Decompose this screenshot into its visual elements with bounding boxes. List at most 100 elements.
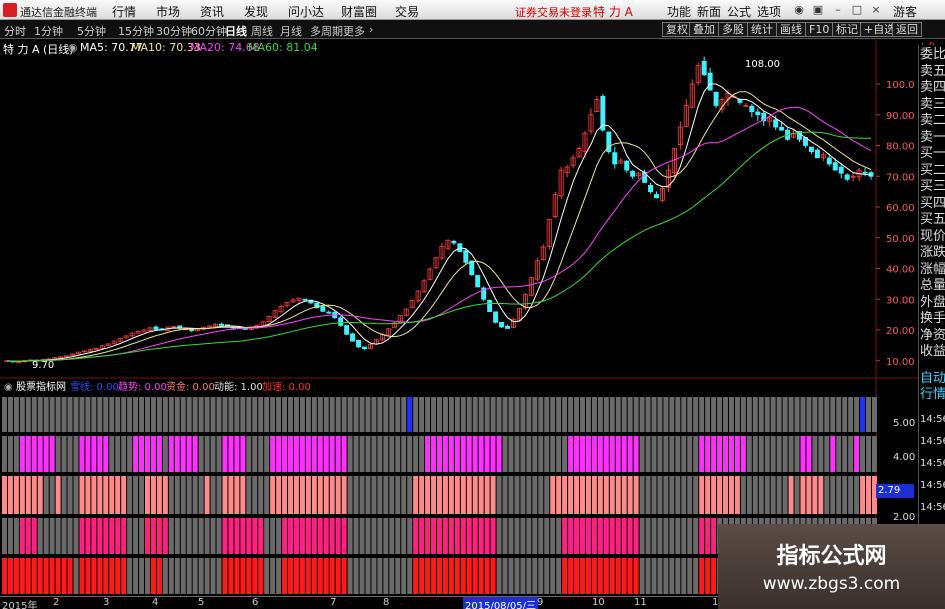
indicator-bar [180,518,186,554]
indicator-bar [407,397,413,432]
period-15min[interactable]: 15分钟 [118,23,154,39]
menu-functions[interactable]: 功能 [667,3,691,20]
menu-options[interactable]: 选项 [757,3,781,20]
indicator-bar [544,476,550,514]
price-tick-label: 50.00 [886,234,915,245]
btn-adjust[interactable]: 复权 [662,22,692,37]
indicator-bar [276,476,282,514]
minimize-icon[interactable]: – [832,4,844,16]
btn-draw[interactable]: 画线 [776,22,806,37]
menu-ask-xiaoda[interactable]: 问小达 [288,3,324,20]
indicator-axis-label: 2.00 [893,512,915,523]
indicator-bar [663,476,669,514]
indicator-bar [198,436,204,472]
indicator-bar [174,558,180,594]
indicator-bar [168,476,174,514]
tick-time: 14:56 [920,410,945,430]
kline-chart[interactable]: 5.00 4.00 2.00 100.0 90.00 80.00 70.00 60.00 50… [0,40,918,596]
indicator-bar [597,397,603,432]
indicator-bar [466,518,472,554]
indicator-bar [437,397,442,432]
indicator-bar [61,436,67,472]
period-timeshare[interactable]: 分时 [4,23,26,39]
period-more[interactable]: 更多 [343,23,365,39]
period-weekly[interactable]: 周线 [251,23,273,39]
indicator-bar [389,518,395,554]
maximize-icon[interactable]: □ [851,4,863,16]
settings-icon[interactable]: ▣ [812,4,824,16]
indicator-bar [270,518,276,554]
menu-trade[interactable]: 交易 [395,3,419,20]
period-1min[interactable]: 1分钟 [34,23,63,39]
indicator-bar [2,558,7,594]
menu-layout[interactable]: 新面 [697,3,721,20]
indicator-bar [264,476,270,514]
indicator-bar [389,476,395,514]
menu-stock-name: 特 力 A [593,5,633,19]
guest-label[interactable]: 游客 [893,3,917,20]
indicator-bar [490,436,496,472]
period-5min[interactable]: 5分钟 [77,23,106,39]
indicator-bar [168,397,174,432]
indicator-bar [866,397,871,432]
date-label: 4 [152,597,159,608]
indicator-bar [377,397,383,432]
skin-icon[interactable]: ◉ [793,4,805,16]
indicator-bar [431,476,436,514]
indicator-bar [335,436,341,472]
indicator-bar [258,476,264,514]
indicator-bar [246,436,252,472]
indicator-bar [329,476,335,514]
indicator-bar [204,397,210,432]
indicator-bar [156,518,162,554]
indicator-bar [776,397,782,432]
period-multi[interactable]: 多周期 [310,23,343,39]
indicator-bar [842,476,848,514]
candle-body [469,260,475,276]
btn-multistock[interactable]: 多股 [718,22,748,37]
menu-discover[interactable]: 发现 [244,3,268,20]
menu-quotes[interactable]: 行情 [112,3,136,20]
indicator-bar [258,518,264,554]
indicator-bar [466,476,472,514]
indicator-bar [413,397,419,432]
indicator-bar [395,518,401,554]
menu-wealth-circle[interactable]: 财富圈 [341,3,377,20]
indicator-bar [91,397,97,432]
period-60min[interactable]: 60分钟 [191,23,227,39]
indicator-bar [448,436,454,472]
indicator-bar [162,436,168,472]
indicator-bar [425,518,431,554]
login-status[interactable]: 证券交易未登录 [515,4,592,20]
indicator-bar [657,558,663,594]
indicator-bar [150,476,156,514]
period-30min[interactable]: 30分钟 [156,23,192,39]
chevron-right-icon[interactable]: › [369,23,373,36]
menu-market[interactable]: 市场 [156,3,180,20]
menu-news[interactable]: 资讯 [200,3,224,20]
indicator-bar [240,397,246,432]
btn-statistics[interactable]: 统计 [747,22,777,37]
btn-mark[interactable]: 标记 [832,22,862,37]
indicator-bar [651,397,657,432]
indicator-bar [150,558,156,594]
quote-field-20[interactable]: 行情 [920,385,945,405]
indicator-bar [472,436,478,472]
indicator-bar [97,436,103,472]
btn-back[interactable]: 返回 [892,22,922,37]
period-daily[interactable]: 日线 [225,23,247,39]
period-monthly[interactable]: 月线 [280,23,302,39]
btn-overlay[interactable]: 叠加 [689,22,719,37]
indicator-bar [597,518,603,554]
indicator-bar [872,397,877,432]
indicator-bar [711,558,717,594]
indicator-bar [317,397,323,432]
menu-formula[interactable]: 公式 [727,3,751,20]
close-icon[interactable]: × [870,4,882,16]
indicator-bar [651,558,657,594]
btn-f10[interactable]: F10 [805,22,834,37]
indicator-bar [293,476,299,514]
candlesticks [4,56,874,364]
candle-body [320,306,326,312]
indicator-bar [812,476,818,514]
